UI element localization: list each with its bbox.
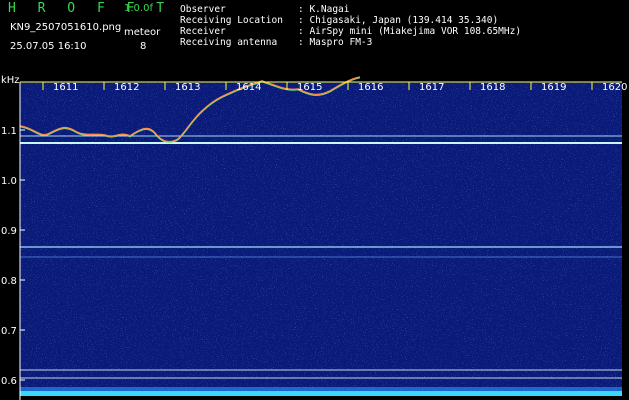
info-key: Observer xyxy=(180,4,226,15)
spectrogram-noise xyxy=(20,82,622,396)
y-tick-label: 0.6 xyxy=(1,376,17,387)
info-row-observer: Observer : K.Nagai xyxy=(180,4,521,15)
info-value: : Chigasaki, Japan (139.414 35.340) xyxy=(298,15,499,26)
y-unit-label: kHz xyxy=(1,75,20,86)
x-tick-label: 1612 xyxy=(114,82,139,93)
file-name: KN9_2507051610.png xyxy=(10,22,122,33)
y-tick-label: 1.1 xyxy=(1,126,17,137)
info-value: : AirSpy mini (Miakejima VOR 108.65MHz) xyxy=(298,26,522,37)
x-tick-label: 1613 xyxy=(175,82,200,93)
y-tick-label: 0.9 xyxy=(1,226,17,237)
app-version: 1.0.0f xyxy=(124,3,153,14)
y-tick-label: 0.8 xyxy=(1,276,17,287)
x-tick-label: 1615 xyxy=(297,82,322,93)
x-tick-label: 1617 xyxy=(419,82,444,93)
info-key: Receiving antenna xyxy=(180,37,278,48)
info-value: : K.Nagai xyxy=(298,4,350,15)
meteor-count: 8 xyxy=(140,41,147,52)
bottom-band xyxy=(20,391,622,396)
bottom-band-edge xyxy=(20,387,622,391)
info-key: Receiver xyxy=(180,26,226,37)
info-value: : Maspro FM-3 xyxy=(298,37,373,48)
meteor-label: meteor xyxy=(124,27,161,38)
info-row-receiver: Receiver : AirSpy mini (Miakejima VOR 10… xyxy=(180,26,521,37)
header-panel: H R O F F T 1.0.0f KN9_2507051610.png me… xyxy=(0,0,629,73)
spectrogram: kHz 1.1 1.0 0.9 0.8 0.7 0.6 1611 1612 1613 1614 1… xyxy=(1,75,627,400)
x-tick-label: 1619 xyxy=(541,82,566,93)
x-tick-label: 1620 xyxy=(602,82,627,93)
x-tick-label: 1618 xyxy=(480,82,505,93)
x-tick-label: 1611 xyxy=(53,82,78,93)
station-info: Observer : K.Nagai Receiving Location : … xyxy=(180,4,521,48)
date-time: 25.07.05 16:10 xyxy=(10,41,87,52)
info-row-antenna: Receiving antenna : Maspro FM-3 xyxy=(180,37,521,48)
y-tick-label: 1.0 xyxy=(1,176,17,187)
info-row-location: Receiving Location : Chigasaki, Japan (1… xyxy=(180,15,521,26)
y-tick-label: 0.7 xyxy=(1,326,17,337)
x-tick-label: 1614 xyxy=(236,82,261,93)
info-key: Receiving Location xyxy=(180,15,283,26)
x-tick-label: 1616 xyxy=(358,82,383,93)
